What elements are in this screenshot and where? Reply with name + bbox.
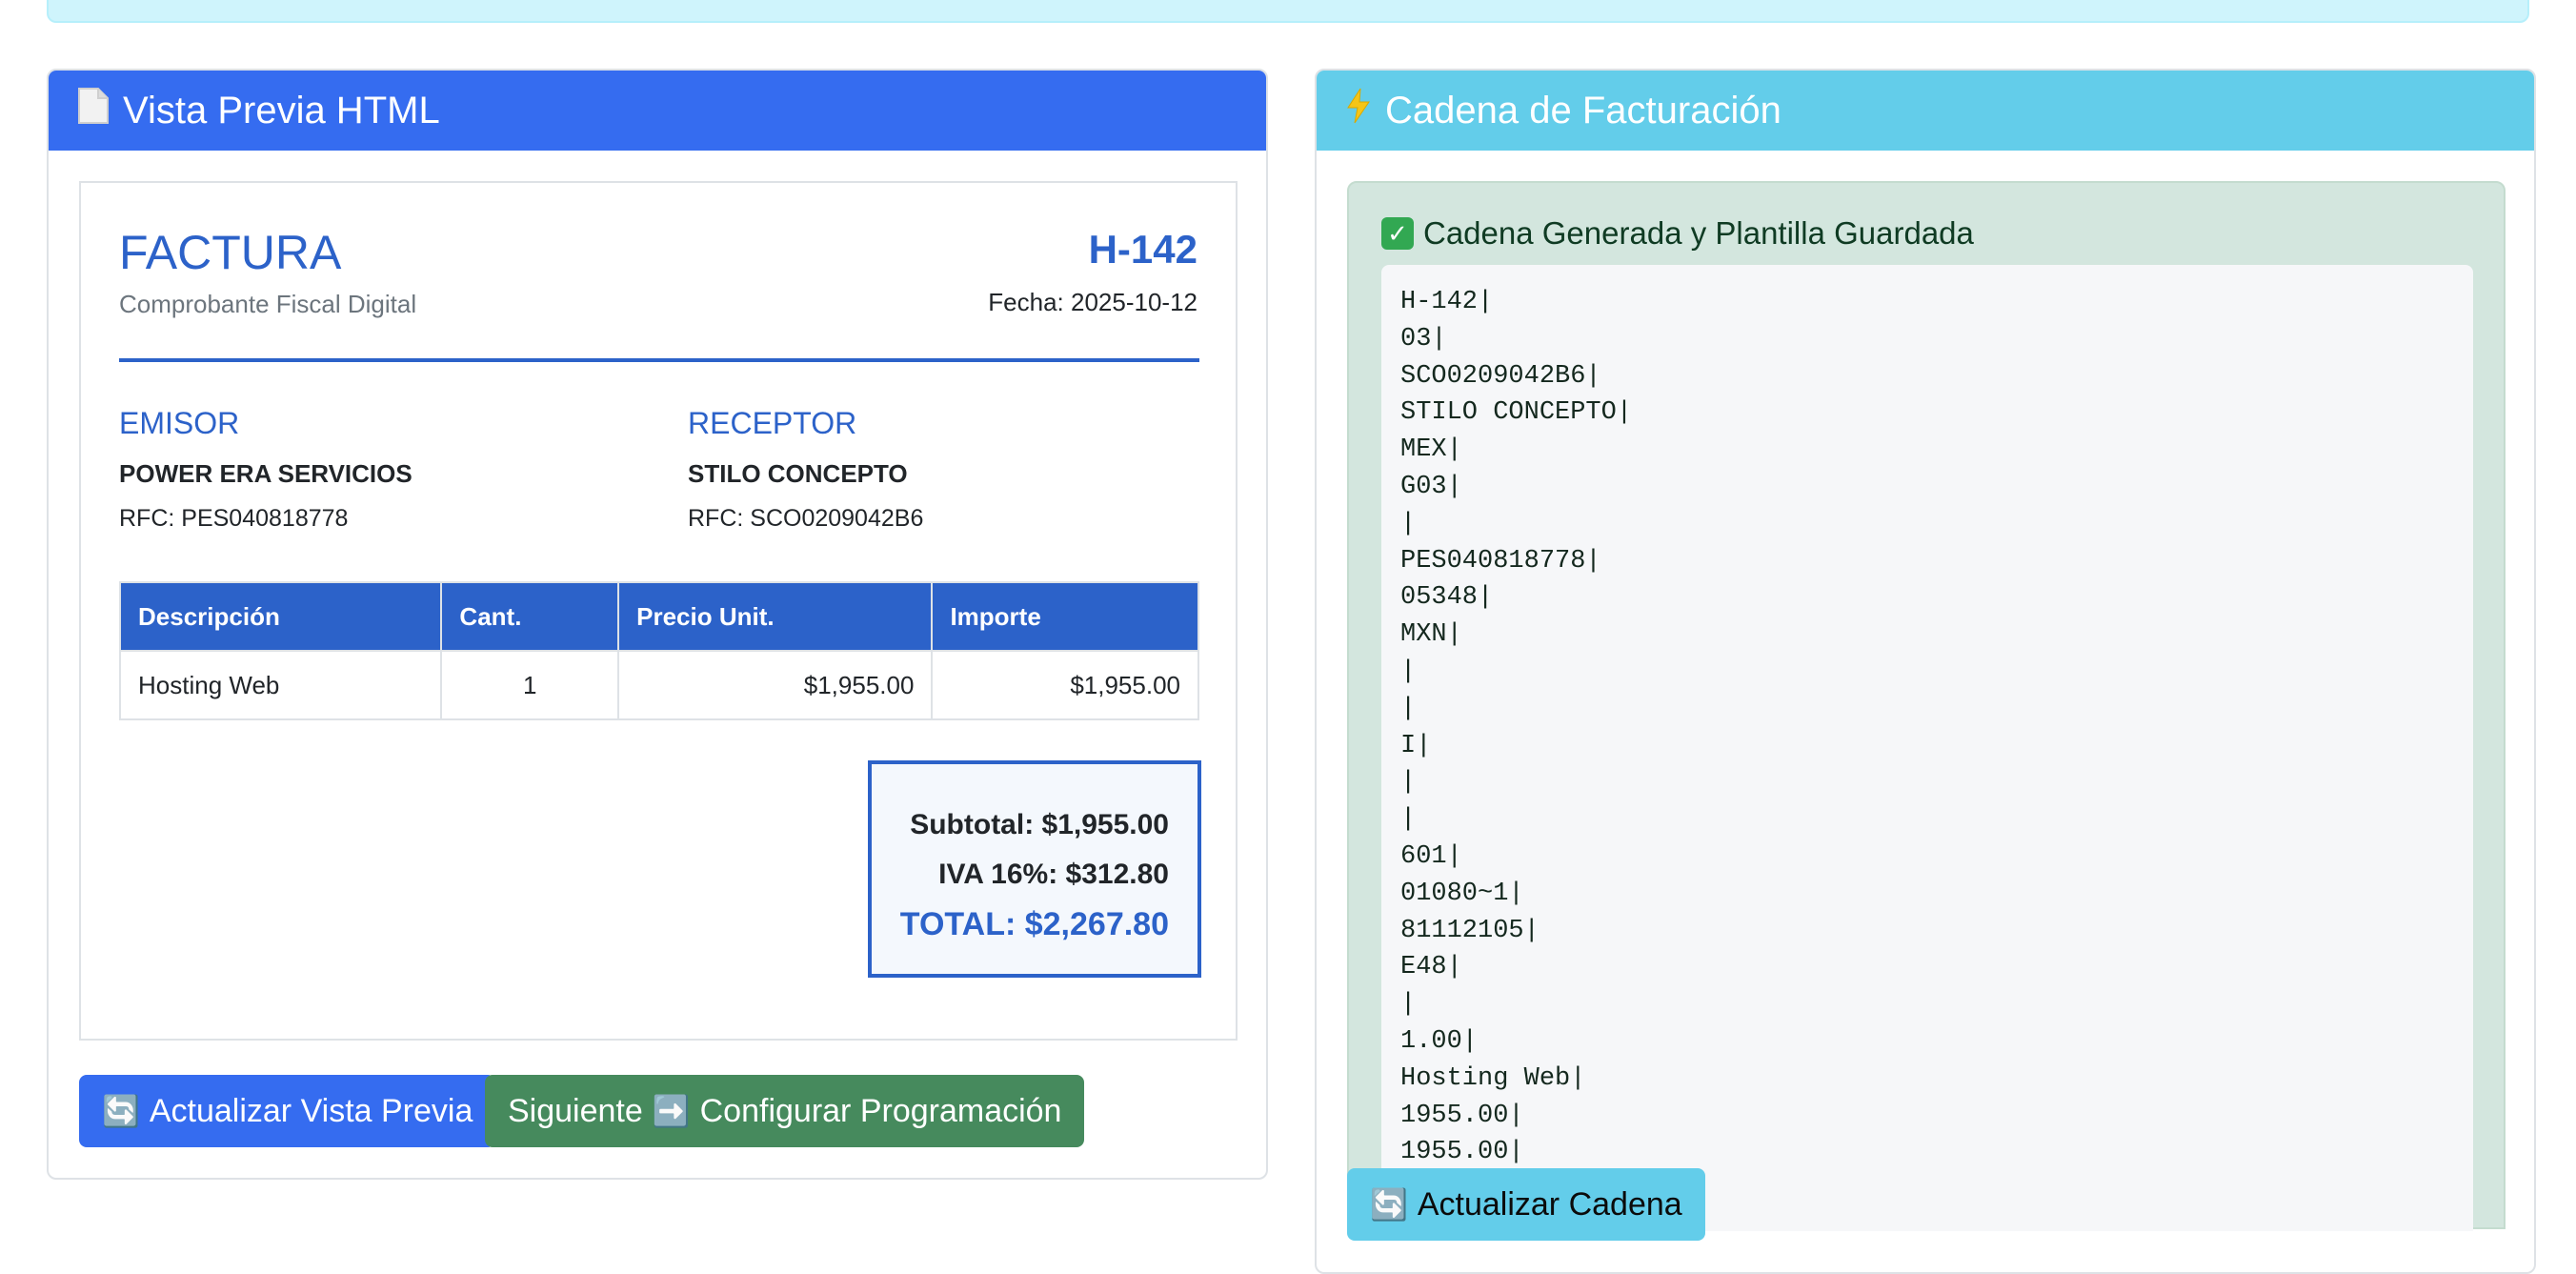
invoice-divider [119, 358, 1199, 362]
items-table: Descripción Cant. Precio Unit. Importe H… [118, 581, 1199, 720]
cadena-line: | [1400, 657, 1417, 686]
cadena-line: H-142| [1400, 288, 1494, 316]
cadena-output[interactable]: H-142| 03| SCO0209042B6| STILO CONCEPTO| MEX… [1381, 265, 2473, 1231]
receptor-heading: RECEPTOR [688, 406, 857, 440]
invoice-preview: FACTURA Comprobante Fiscal Digital H-142… [79, 181, 1238, 1041]
cadena-line: 1.00| [1400, 1026, 1479, 1056]
emisor-rfc: RFC: PES040818778 [119, 505, 349, 532]
col-descripcion: Descripción [118, 581, 443, 652]
cadena-line: | [1400, 990, 1417, 1020]
refresh-preview-button[interactable]: 🔄 Actualizar Vista Previa [79, 1075, 496, 1147]
check-icon: ✓ [1381, 217, 1414, 250]
cadena-line: | [1400, 694, 1417, 723]
cadena-line: SCO0209042B6| [1400, 361, 1601, 391]
cell-descripcion: Hosting Web [118, 650, 443, 720]
invoice-title: FACTURA [119, 226, 342, 279]
preview-card-title: Vista Previa HTML [123, 89, 440, 131]
cadena-line: 601| [1400, 841, 1462, 871]
cadena-line: | [1400, 768, 1417, 798]
cadena-line: Hosting Web| [1400, 1063, 1586, 1093]
cadena-line: 1955.00| [1400, 1138, 1524, 1167]
cadena-line: | [1400, 509, 1417, 538]
cell-importe: $1,955.00 [931, 650, 1199, 720]
next-suffix-label: Configurar Programación [699, 1092, 1062, 1129]
cadena-line: STILO CONCEPTO| [1400, 398, 1633, 428]
cadena-lines: H-142| 03| SCO0209042B6| STILO CONCEPTO| MEX… [1381, 265, 2473, 1171]
cadena-line: MXN| [1400, 620, 1462, 650]
invoice-date: Fecha: 2025-10-12 [988, 288, 1197, 316]
cell-cantidad: 1 [440, 650, 620, 720]
refresh-cadena-button[interactable]: 🔄 Actualizar Cadena [1347, 1168, 1705, 1241]
alert-heading: ✓ Cadena Generada y Plantilla Guardada [1381, 215, 1974, 252]
cadena-line: 1955.00| [1400, 1101, 1524, 1130]
cadena-line: I| [1400, 731, 1432, 760]
cadena-line: 01080~1| [1400, 879, 1524, 908]
preview-card: Vista Previa HTML FACTURA Comprobante Fi… [47, 69, 1268, 1180]
cadena-line: 81112105| [1400, 916, 1540, 945]
cell-precio-unit: $1,955.00 [617, 650, 934, 720]
next-prefix-label: Siguiente [508, 1092, 643, 1129]
cadena-card: Cadena de Facturación ✓ Cadena Generada … [1315, 69, 2536, 1274]
alert-title: Cadena Generada y Plantilla Guardada [1423, 215, 1974, 251]
cadena-line: G03| [1400, 472, 1462, 501]
items-table-header: Descripción Cant. Precio Unit. Importe [118, 581, 1199, 652]
table-row: Hosting Web 1 $1,955.00 $1,955.00 [118, 650, 1199, 720]
cadena-card-header: Cadena de Facturación [1317, 71, 2534, 151]
lightning-icon [1345, 87, 1372, 134]
emisor-heading: EMISOR [119, 406, 240, 440]
cadena-line: E48| [1400, 953, 1462, 982]
cadena-card-title: Cadena de Facturación [1385, 89, 1781, 131]
success-alert: ✓ Cadena Generada y Plantilla Guardada H… [1347, 181, 2506, 1231]
refresh-icon: 🔄 [1370, 1187, 1408, 1222]
cadena-line: MEX| [1400, 435, 1462, 465]
document-icon [77, 87, 110, 134]
receptor-rfc: RFC: SCO0209042B6 [688, 505, 924, 532]
invoice-subtitle: Comprobante Fiscal Digital [119, 290, 417, 318]
emisor-name: POWER ERA SERVICIOS [119, 459, 413, 488]
cadena-line: 05348| [1400, 583, 1494, 613]
col-cantidad: Cant. [440, 581, 620, 652]
col-importe: Importe [931, 581, 1199, 652]
arrow-right-icon: ➡️ [652, 1094, 691, 1128]
total: TOTAL: $2,267.80 [899, 906, 1169, 942]
totals-box: Subtotal: $1,955.00 IVA 16%: $312.80 TOT… [868, 760, 1201, 978]
cadena-line: | [1400, 805, 1417, 835]
iva: IVA 16%: $312.80 [938, 859, 1169, 890]
refresh-icon: 🔄 [102, 1094, 140, 1128]
cadena-line: 03| [1400, 324, 1447, 354]
refresh-preview-label: Actualizar Vista Previa [149, 1092, 473, 1129]
refresh-cadena-label: Actualizar Cadena [1417, 1185, 1682, 1223]
next-configure-button[interactable]: Siguiente ➡️ Configurar Programación [485, 1075, 1085, 1147]
subtotal: Subtotal: $1,955.00 [910, 809, 1169, 840]
invoice-number: H-142 [1088, 227, 1197, 272]
receptor-name: STILO CONCEPTO [688, 459, 908, 488]
top-info-banner [47, 0, 2529, 23]
preview-card-header: Vista Previa HTML [49, 71, 1266, 151]
cadena-line: PES040818778| [1400, 546, 1601, 576]
col-precio-unit: Precio Unit. [617, 581, 934, 652]
